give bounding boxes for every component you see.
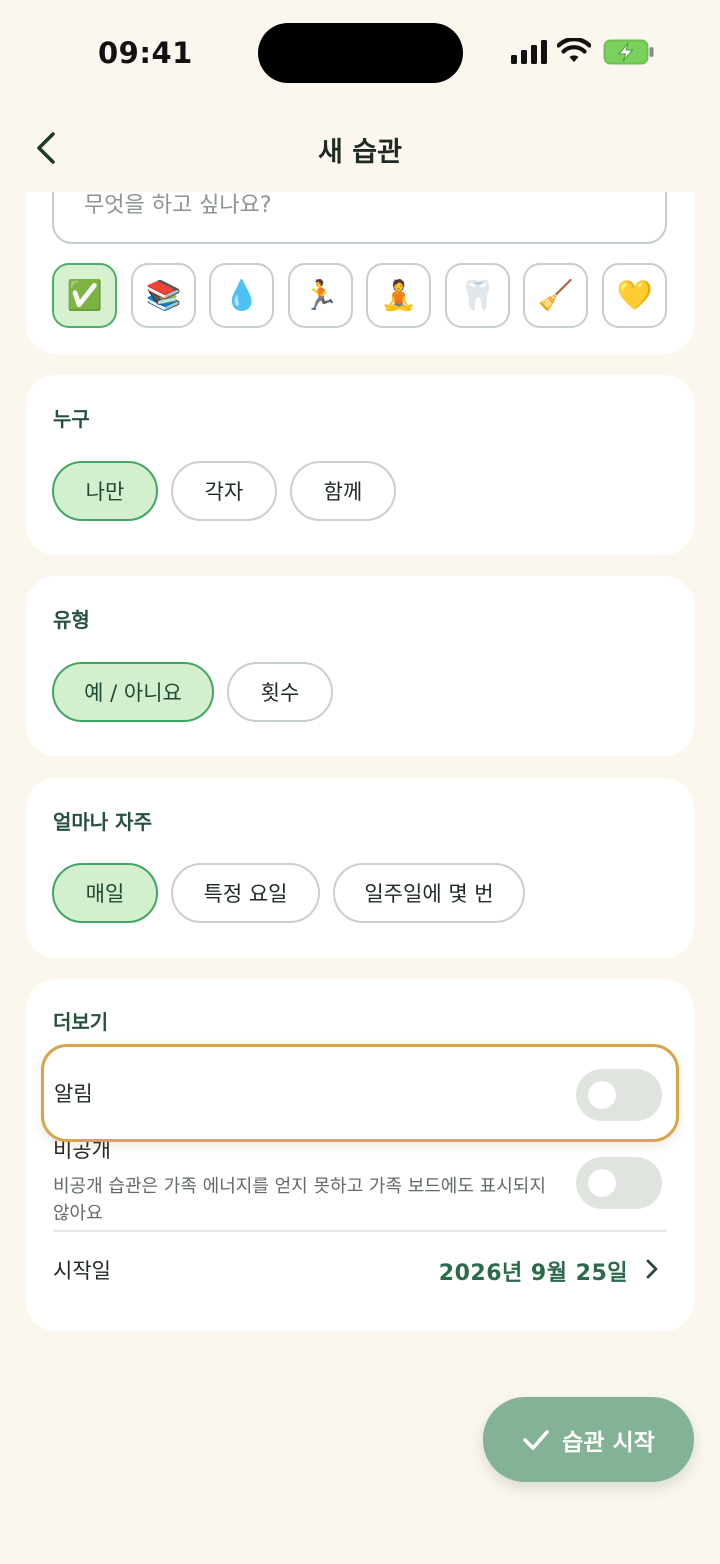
emoji-option-broom[interactable]: 🧹 bbox=[523, 263, 588, 328]
emoji-option-water[interactable]: 💧 bbox=[209, 263, 274, 328]
more-card: 더보기 비공개 비공개 습관은 가족 에너지를 얻지 못하고 가족 보드에도 표… bbox=[26, 979, 694, 1331]
emoji-option-tooth[interactable]: 🦷 bbox=[445, 263, 510, 328]
private-toggle[interactable] bbox=[576, 1157, 662, 1209]
more-label: 더보기 bbox=[53, 1010, 109, 1034]
private-helper-text: 비공개 습관은 가족 에너지를 얻지 못하고 가족 보드에도 표시되지 않아요 bbox=[53, 1176, 546, 1224]
battery-charging-icon bbox=[603, 39, 654, 65]
emoji-option-meditation[interactable]: 🧘 bbox=[366, 263, 431, 328]
frequency-label: 얼마나 자주 bbox=[53, 810, 152, 834]
type-card: 유형 예 / 아니요 횟수 bbox=[26, 576, 694, 756]
wifi-icon bbox=[557, 38, 591, 62]
screen: 09:41 새 습관 무엇을 하고 싶나요? ✅ 📚 💧 🏃 🧘 🦷 🧹 💛 누… bbox=[0, 0, 720, 1564]
start-habit-label: 습관 시작 bbox=[562, 1429, 655, 1456]
start-date-value[interactable]: 2026년 9월 25일 bbox=[439, 1255, 628, 1287]
frequency-option-times-per-week[interactable]: 일주일에 몇 번 bbox=[333, 863, 525, 923]
frequency-option-daily[interactable]: 매일 bbox=[52, 863, 158, 923]
who-label: 누구 bbox=[53, 407, 90, 431]
nav-bar: 새 습관 bbox=[0, 100, 720, 192]
type-option-count[interactable]: 횟수 bbox=[227, 662, 333, 722]
dynamic-island bbox=[258, 23, 463, 83]
who-option-together[interactable]: 함께 bbox=[290, 461, 396, 521]
start-date-label: 시작일 bbox=[53, 1259, 111, 1283]
notification-label: 알림 bbox=[54, 1082, 93, 1106]
chevron-right-icon[interactable] bbox=[643, 1258, 661, 1280]
notification-row-highlight[interactable]: 알림 bbox=[41, 1044, 679, 1142]
status-time: 09:41 bbox=[98, 36, 193, 70]
frequency-card: 얼마나 자주 매일 특정 요일 일주일에 몇 번 bbox=[26, 778, 694, 958]
start-habit-button[interactable]: 습관 시작 bbox=[483, 1397, 694, 1482]
notification-toggle[interactable] bbox=[576, 1069, 662, 1121]
type-label: 유형 bbox=[53, 608, 90, 632]
frequency-option-specific-days[interactable]: 특정 요일 bbox=[171, 863, 320, 923]
emoji-option-books[interactable]: 📚 bbox=[131, 263, 196, 328]
divider bbox=[53, 1230, 667, 1232]
emoji-option-running[interactable]: 🏃 bbox=[288, 263, 353, 328]
checkmark-icon bbox=[523, 1429, 549, 1450]
emoji-picker: ✅ 📚 💧 🏃 🧘 🦷 🧹 💛 bbox=[52, 263, 672, 329]
emoji-option-check[interactable]: ✅ bbox=[52, 263, 117, 328]
cellular-signal-icon bbox=[511, 40, 547, 64]
who-option-each[interactable]: 각자 bbox=[171, 461, 277, 521]
status-bar: 09:41 bbox=[0, 0, 720, 100]
who-option-me[interactable]: 나만 bbox=[52, 461, 158, 521]
emoji-option-heart[interactable]: 💛 bbox=[602, 263, 667, 328]
page-title: 새 습관 bbox=[318, 137, 402, 168]
type-option-yes-no[interactable]: 예 / 아니요 bbox=[52, 662, 214, 722]
who-card: 누구 나만 각자 함께 bbox=[26, 375, 694, 555]
